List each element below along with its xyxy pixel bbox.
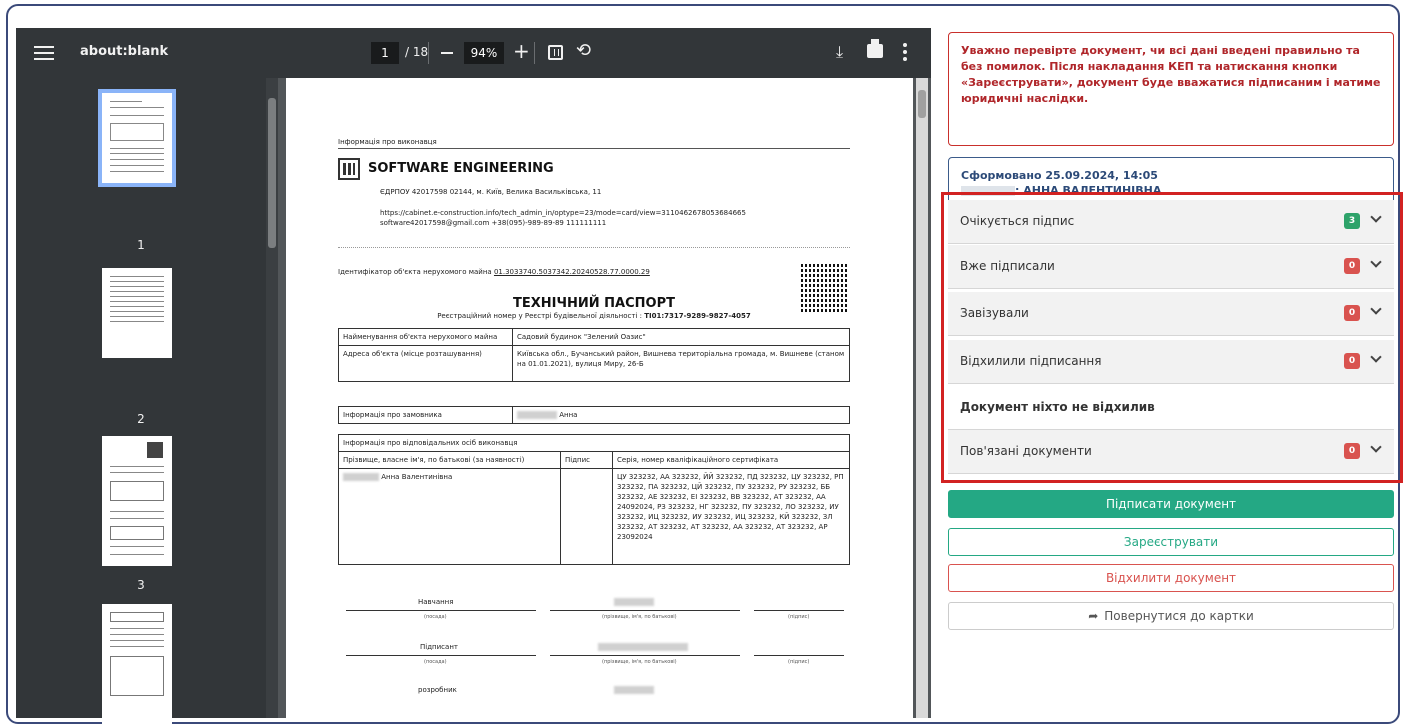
table-cell: Садовий будинок "Зелений Оазис" bbox=[512, 328, 850, 346]
document-scrollbar[interactable] bbox=[916, 78, 928, 718]
warning-alert: Уважно перевірте документ, чи всі дані в… bbox=[948, 32, 1394, 146]
table-cell: Серія, номер кваліфікаційного сертифікат… bbox=[612, 451, 850, 469]
table-cell: Київська обл., Бучанський район, Вишнева… bbox=[512, 345, 850, 382]
pdf-toolbar: about:blank 1 / 18 94% + ⟲ ⤓ bbox=[16, 28, 931, 78]
highlight-box bbox=[941, 192, 1403, 483]
thumbnail-page-2[interactable] bbox=[102, 268, 172, 358]
print-icon[interactable] bbox=[867, 39, 883, 58]
back-arrow-icon: ➦ bbox=[1088, 609, 1099, 623]
page-number-input[interactable]: 1 bbox=[371, 42, 399, 64]
table-cell: Анна Валентинівна bbox=[338, 468, 561, 565]
sign-document-button[interactable]: Підписати документ bbox=[948, 490, 1394, 518]
pdf-viewer: about:blank 1 / 18 94% + ⟲ ⤓ 1 2 3 Інфор… bbox=[16, 28, 931, 724]
company-name: SOFTWARE ENGINEERING bbox=[368, 161, 554, 176]
table-cell: Анна bbox=[512, 406, 850, 424]
back-to-card-button[interactable]: ➦ Повернутися до картки bbox=[948, 602, 1394, 630]
rotate-icon[interactable]: ⟲ bbox=[576, 40, 591, 61]
reject-document-button[interactable]: Відхилити документ bbox=[948, 564, 1394, 592]
table-cell: Найменування об'єкта нерухомого майна bbox=[338, 328, 513, 346]
thumbnail-label: 2 bbox=[137, 412, 145, 426]
company-url: https://cabinet.e-construction.info/tech… bbox=[380, 209, 746, 217]
pdf-title: about:blank bbox=[80, 44, 169, 59]
company-logo bbox=[338, 158, 360, 180]
document-title: ТЕХНІЧНИЙ ПАСПОРТ bbox=[513, 296, 675, 311]
table-cell: Підпис bbox=[560, 451, 613, 469]
table-cell: ЦУ 323232, АА 323232, ЙЙ 323232, ПД 3232… bbox=[612, 468, 850, 565]
thumbnail-scrollbar[interactable] bbox=[266, 78, 278, 718]
object-identifier: Ідентифікатор об'єкта нерухомого майна 0… bbox=[338, 268, 650, 276]
responsible-table: Інформація про відповідальних осіб викон… bbox=[338, 434, 850, 565]
register-button[interactable]: Зареєструвати bbox=[948, 528, 1394, 556]
fit-page-icon[interactable] bbox=[548, 45, 563, 60]
table-cell: Інформація про відповідальних осіб викон… bbox=[338, 434, 850, 452]
thumbnail-page-1[interactable] bbox=[98, 89, 176, 187]
pdf-page: Інформація про виконавця SOFTWARE ENGINE… bbox=[286, 78, 913, 718]
menu-icon[interactable] bbox=[34, 43, 54, 63]
table-cell bbox=[560, 468, 613, 565]
more-options-icon[interactable] bbox=[903, 43, 907, 64]
page-total: / 18 bbox=[405, 45, 429, 59]
thumbnail-page-4[interactable] bbox=[102, 604, 172, 724]
divider bbox=[338, 247, 850, 248]
zoom-out-icon[interactable] bbox=[441, 52, 453, 54]
thumbnail-label: 1 bbox=[137, 238, 145, 252]
toolbar-divider bbox=[534, 42, 535, 64]
thumbnail-sidebar: 1 2 3 bbox=[16, 78, 278, 724]
formed-date: Сформовано 25.09.2024, 14:05 bbox=[961, 169, 1158, 182]
table-cell: Прізвище, власне ім'я, по батькові (за н… bbox=[338, 451, 561, 469]
object-table: Найменування об'єкта нерухомого майна Са… bbox=[338, 328, 850, 382]
table-cell: Адреса об'єкта (місце розташування) bbox=[338, 345, 513, 382]
download-icon[interactable]: ⤓ bbox=[836, 42, 843, 62]
company-edrpou: ЄДРПОУ 42017598 02144, м. Київ, Велика В… bbox=[380, 188, 602, 196]
thumbnail-page-3[interactable] bbox=[102, 436, 172, 566]
toolbar-divider bbox=[428, 42, 429, 64]
registration-number: Реєстраційний номер у Реєстрі будівельно… bbox=[437, 312, 751, 320]
executor-info-label: Інформація про виконавця bbox=[338, 138, 437, 146]
company-contacts: https://cabinet.e-construction.info/tech… bbox=[380, 208, 746, 228]
divider bbox=[338, 148, 850, 149]
zoom-in-icon[interactable]: + bbox=[513, 40, 530, 62]
zoom-input[interactable]: 94% bbox=[464, 42, 504, 64]
thumbnail-label: 3 bbox=[137, 578, 145, 592]
table-cell: Інформація про замовника bbox=[338, 406, 513, 424]
document-area: Інформація про виконавця SOFTWARE ENGINE… bbox=[278, 78, 931, 718]
customer-table: Інформація про замовника Анна bbox=[338, 406, 850, 424]
company-email-phone: software42017598@gmail.com +38(095)-989-… bbox=[380, 219, 607, 227]
